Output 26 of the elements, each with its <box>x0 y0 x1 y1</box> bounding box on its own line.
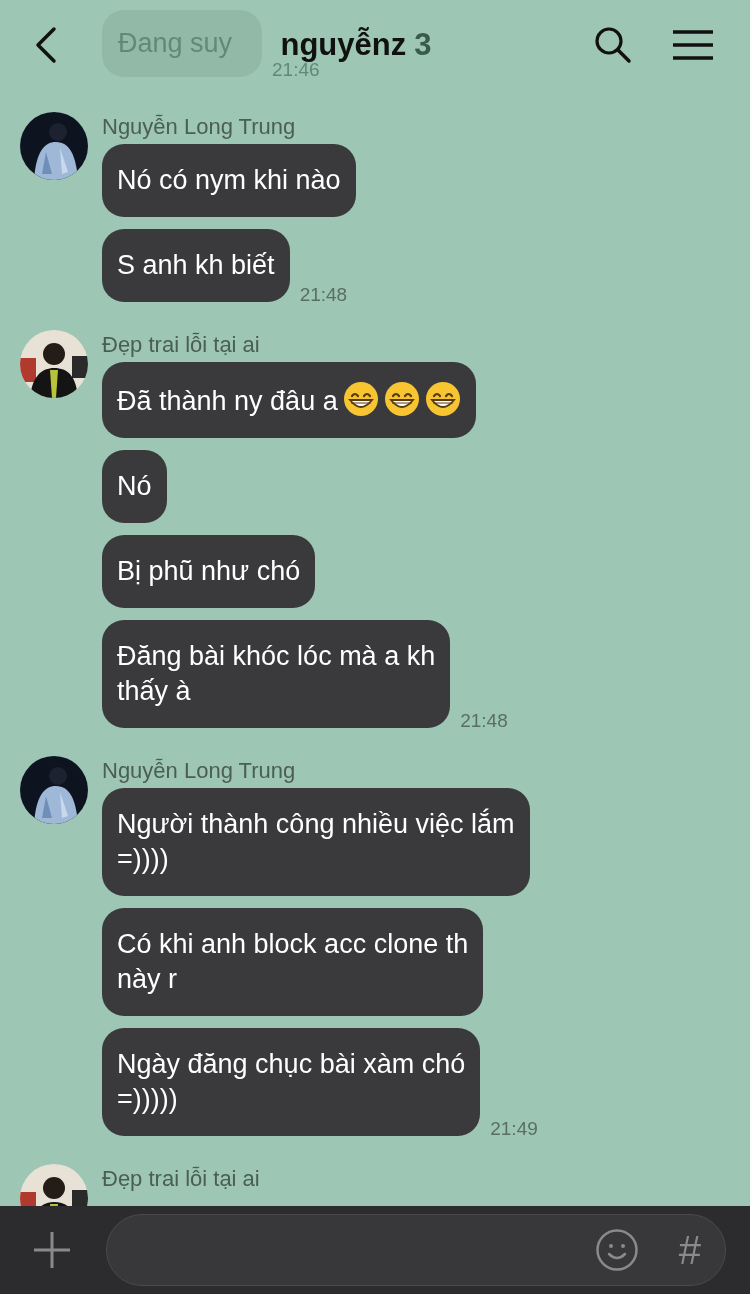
add-icon[interactable] <box>32 1230 72 1270</box>
message-bubble: Đã thành ny đâu a <box>102 362 476 438</box>
smiley-icon[interactable] <box>594 1228 639 1272</box>
sender-name: Nguyễn Long Trung <box>102 114 297 140</box>
message-input-field[interactable]: # <box>106 1214 726 1286</box>
member-count: 3 <box>414 27 432 63</box>
message-bubble: Ngày đăng chục bài xàm chó =))))) <box>102 1028 481 1136</box>
menu-icon[interactable] <box>672 29 714 61</box>
sender-name: Đẹp trai lỗi tại ai <box>102 1166 260 1192</box>
message-bubble: Bị phũ như chó <box>102 535 316 608</box>
message-time: 21:48 <box>299 284 348 306</box>
message-bubble: Nó <box>102 450 167 523</box>
search-icon[interactable] <box>594 26 632 64</box>
grinning-face-icon <box>383 381 420 417</box>
message-time: 21:48 <box>460 710 508 732</box>
message-bubble: Đăng bài khóc lóc mà a kh thấy à <box>102 620 451 728</box>
grinning-face-icon <box>424 381 461 417</box>
message-bubble: Có khi anh block acc clone th này r <box>102 908 484 1016</box>
grinning-face-icon <box>342 381 379 417</box>
message-bubble: Nó có nym khi nào <box>102 144 356 217</box>
hashtag-button[interactable]: # <box>678 1227 701 1273</box>
message-bubble: Người thành công nhiều việc lắm =)))) <box>102 788 530 896</box>
sender-name: Đẹp trai lỗi tại ai <box>102 332 261 358</box>
message-bubble: S anh kh biết <box>102 229 290 302</box>
sender-name: Nguyễn Long Trung <box>102 758 297 784</box>
message-time: 21:49 <box>490 1118 538 1140</box>
